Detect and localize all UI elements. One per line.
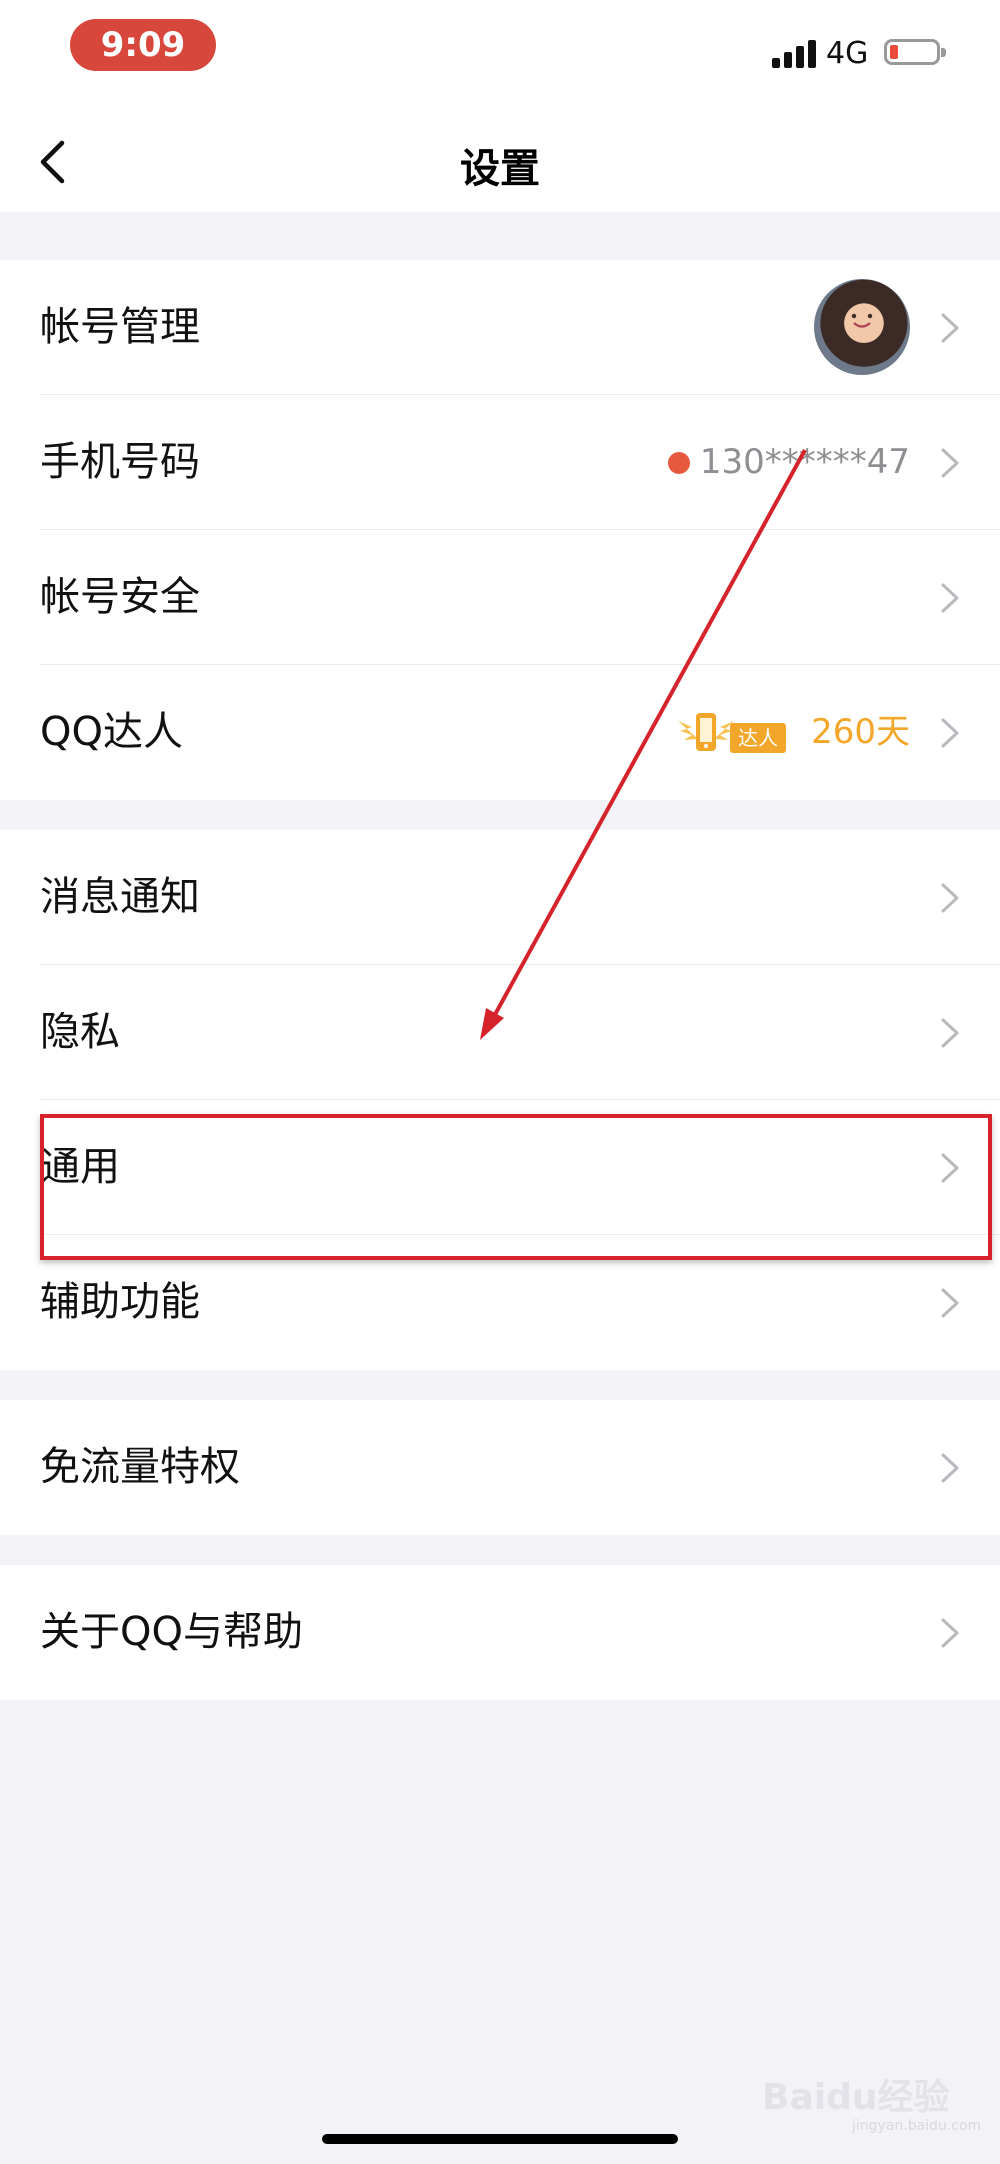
daren-days: 260天 [811,712,910,752]
chevron-right-icon [941,1018,959,1048]
row-general[interactable]: 通用 [0,1100,1000,1235]
home-indicator[interactable] [322,2134,678,2144]
row-label: QQ达人 [40,709,183,755]
chevron-right-icon [941,1153,959,1183]
row-label: 帐号安全 [40,574,200,620]
row-label: 免流量特权 [40,1444,240,1490]
chevron-right-icon [941,1618,959,1648]
watermark-logo: Baidu经验 [762,2077,950,2118]
smile-face [851,313,873,328]
watermark-url: jingyan.baidu.com [852,2118,982,2134]
battery-level [890,45,898,59]
chevron-right-icon [941,883,959,913]
network-type: 4G [826,36,869,71]
chevron-right-icon [941,718,959,748]
page-title: 设置 [460,146,540,192]
settings-group-about: 关于QQ与帮助 [0,1565,1000,1700]
row-label: 辅助功能 [40,1279,200,1325]
avatar [814,279,910,375]
daren-badge-text: 达人 [738,726,778,750]
status-time: 9:09 [70,19,216,71]
chevron-right-icon [941,1288,959,1318]
status-bar: 9:09 4G [0,0,1000,110]
chevron-right-icon [941,313,959,343]
row-label: 通用 [40,1144,120,1190]
phone-value: 130******47 [699,442,910,482]
row-phone-number[interactable]: 手机号码 130******47 [0,395,1000,530]
row-about-help[interactable]: 关于QQ与帮助 [0,1565,1000,1700]
settings-group-account: 帐号管理 手机号码 130******47 帐号安全 QQ达人 达人 260天 [0,260,1000,800]
chevron-right-icon [941,1453,959,1483]
status-dot [668,452,690,474]
chevron-right-icon [941,448,959,478]
settings-group-general: 消息通知 隐私 通用 辅助功能 [0,830,1000,1370]
cellular-signal-icon [772,40,818,68]
battery-icon [884,39,946,65]
row-label: 消息通知 [40,874,200,920]
chevron-right-icon [941,583,959,613]
row-notifications[interactable]: 消息通知 [0,830,1000,965]
row-label: 手机号码 [40,439,200,485]
row-account-security[interactable]: 帐号安全 [0,530,1000,665]
settings-group-data-free: 免流量特权 [0,1400,1000,1535]
row-label: 关于QQ与帮助 [40,1609,303,1655]
row-label: 隐私 [40,1009,120,1055]
row-privacy[interactable]: 隐私 [0,965,1000,1100]
row-account-management[interactable]: 帐号管理 [0,260,1000,395]
row-qq-daren[interactable]: QQ达人 达人 260天 [0,665,1000,800]
daren-badge-icon: 达人 [674,707,790,757]
row-accessibility[interactable]: 辅助功能 [0,1235,1000,1370]
row-label: 帐号管理 [40,304,200,350]
navigation-bar: 设置 [0,110,1000,212]
row-data-free-privilege[interactable]: 免流量特权 [0,1400,1000,1535]
